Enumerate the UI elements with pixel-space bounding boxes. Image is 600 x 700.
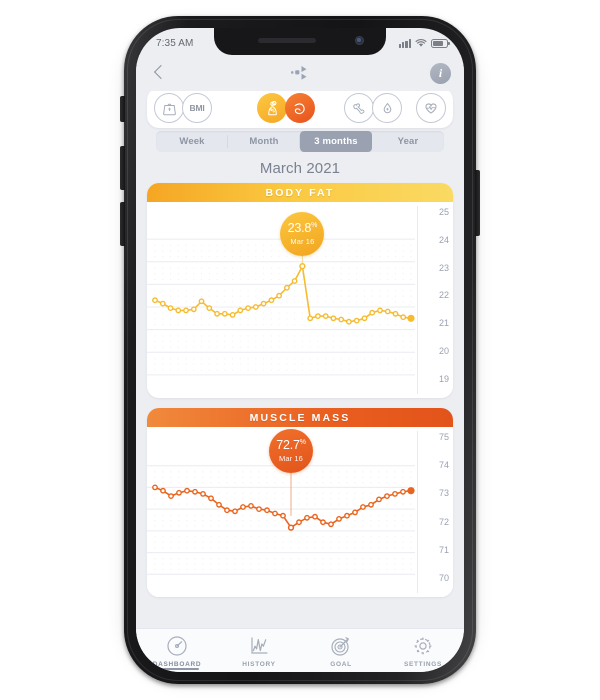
tab-3-months[interactable]: 3 months (300, 131, 372, 152)
muscle-mass-axis-divider (417, 431, 418, 593)
bottom-navigation: DASHBOARD HISTORY GOAL SETTINGS (136, 628, 464, 672)
metric-bmi[interactable]: BMI (182, 93, 212, 123)
muscle-mass-chart[interactable]: 75 74 73 72 71 70 72.7% Mar 16 (147, 427, 453, 597)
muscle-mass-card: MUSCLE MASS 75 74 73 72 71 70 72.7% Mar (147, 408, 453, 597)
metric-group-active (257, 93, 315, 123)
metric-muscle[interactable] (285, 93, 315, 123)
gear-icon (414, 637, 432, 655)
volume-up-button[interactable] (120, 146, 125, 190)
metric-group-body: BMI (154, 93, 212, 123)
y-tick: 75 (438, 432, 449, 442)
period-tabs: Week Month 3 months Year (156, 131, 444, 152)
muscle-mass-title: MUSCLE MASS (147, 408, 453, 427)
nav-label: DASHBOARD (152, 661, 202, 668)
chart-icon (251, 637, 268, 654)
body-fat-card: BODY FAT 25 24 23 22 21 20 19 23.8% Mar … (147, 183, 453, 398)
wifi-icon (415, 39, 427, 47)
dashboard-content: March 2021 BODY FAT 25 24 23 22 21 20 19 (136, 154, 464, 628)
volume-down-button[interactable] (120, 202, 125, 246)
y-tick: 74 (438, 460, 449, 471)
y-tick: 23 (438, 262, 449, 273)
status-icons (398, 38, 450, 48)
body-fat-axis-divider (417, 206, 418, 394)
active-indicator (155, 668, 199, 670)
y-tick: 70 (438, 572, 449, 583)
muscle-mass-value-bubble[interactable]: 72.7% Mar 16 (269, 429, 313, 473)
body-fat-title: BODY FAT (147, 183, 453, 202)
y-tick: 19 (438, 373, 449, 384)
battery-icon (431, 38, 450, 48)
metric-selector: BMI (147, 88, 453, 128)
status-time: 7:35 AM (156, 37, 194, 49)
y-tick: 72 (438, 516, 449, 527)
tab-week[interactable]: Week (156, 131, 228, 152)
bubble-value: 23.8% (287, 221, 318, 236)
cellular-bars-icon (398, 38, 411, 48)
gauge-icon (167, 636, 187, 656)
metric-weight[interactable] (154, 93, 184, 123)
metric-water[interactable] (372, 93, 402, 123)
bubble-date: Mar 16 (290, 236, 315, 246)
y-tick: 24 (438, 234, 449, 245)
phone-screen: 7:35 AM i BMI Week Month 3 months Year M… (136, 28, 464, 672)
bubble-date: Mar 16 (279, 453, 303, 463)
earpiece-speaker (258, 38, 316, 43)
nav-label: HISTORY (242, 661, 276, 668)
body-fat-chart[interactable]: 25 24 23 22 21 20 19 23.8% Mar 16 (147, 202, 453, 398)
nav-label: GOAL (330, 661, 352, 668)
metric-body-fat[interactable] (257, 93, 287, 123)
tab-year[interactable]: Year (372, 131, 444, 152)
notch (214, 28, 386, 55)
y-tick: 21 (438, 318, 449, 329)
metric-group-other (344, 93, 446, 123)
nav-item-history[interactable]: HISTORY (218, 633, 300, 668)
nav-label: SETTINGS (403, 661, 443, 668)
y-tick: 20 (438, 346, 449, 357)
app-logo-icon (290, 63, 312, 83)
metric-heart[interactable] (416, 93, 446, 123)
front-camera (355, 36, 364, 45)
nav-item-goal[interactable]: GOAL (300, 633, 382, 668)
silent-switch-button[interactable] (120, 96, 125, 122)
y-tick: 22 (438, 290, 449, 301)
app-header: i (136, 55, 464, 91)
screenshot-root: 7:35 AM i BMI Week Month 3 months Year M… (0, 0, 600, 700)
power-button[interactable] (475, 170, 480, 236)
page-title: March 2021 (259, 160, 341, 177)
body-fat-y-axis: 25 24 23 22 21 20 19 (419, 202, 449, 398)
y-tick: 73 (438, 488, 449, 499)
tab-month[interactable]: Month (228, 131, 300, 152)
back-chevron-icon[interactable] (149, 62, 171, 84)
metric-bone[interactable] (344, 93, 374, 123)
bubble-value: 72.7% (276, 438, 306, 453)
y-tick: 71 (438, 544, 449, 555)
info-button[interactable]: i (430, 62, 451, 84)
target-icon (331, 637, 349, 656)
muscle-mass-y-axis: 75 74 73 72 71 70 (419, 427, 449, 597)
nav-item-settings[interactable]: SETTINGS (382, 633, 464, 668)
y-tick: 25 (438, 207, 449, 217)
nav-item-dashboard[interactable]: DASHBOARD (136, 633, 218, 670)
